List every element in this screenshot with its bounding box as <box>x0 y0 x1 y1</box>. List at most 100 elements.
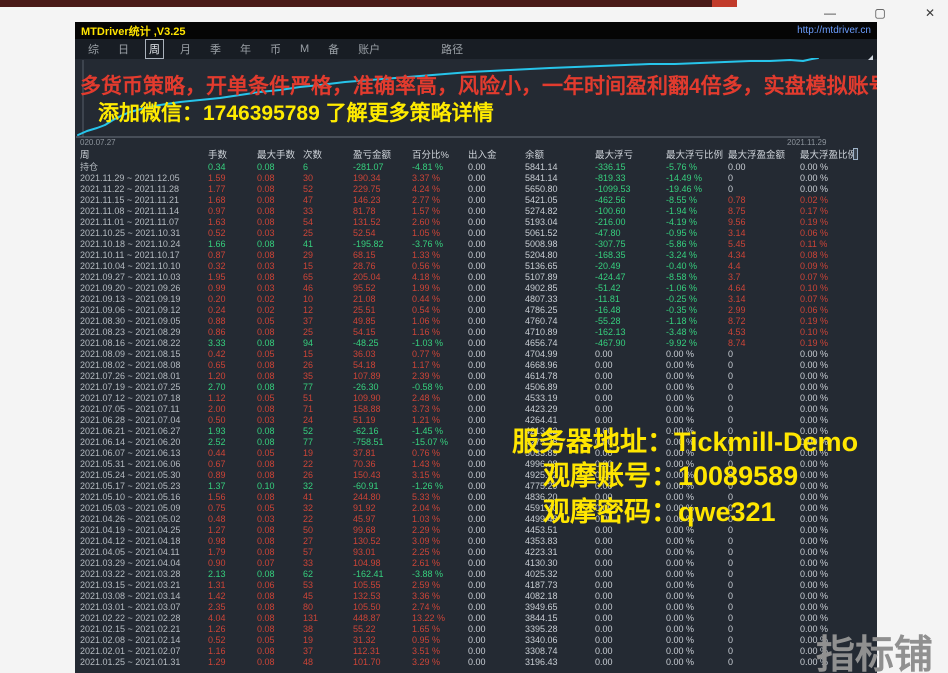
column-header: 最大浮盈比例 <box>800 150 877 162</box>
cell-value: 0.00 % <box>666 613 728 624</box>
minimize-button[interactable]: — <box>816 4 844 22</box>
table-row[interactable]: 2021.11.01 ~ 2021.11.071.630.0854131.522… <box>75 217 877 228</box>
cell-value: 5008.98 <box>525 239 595 250</box>
table-row[interactable]: 2021.08.30 ~ 2021.09.050.880.053749.851.… <box>75 316 877 327</box>
table-row[interactable]: 2021.11.15 ~ 2021.11.211.680.0847146.232… <box>75 195 877 206</box>
table-row[interactable]: 2021.07.05 ~ 2021.07.112.000.0871158.883… <box>75 404 877 415</box>
cell-value: 0.00 <box>595 646 666 657</box>
cell-value: 4.34 <box>728 250 800 261</box>
menu-item-币[interactable]: 币 <box>267 40 284 58</box>
table-row[interactable]: 2021.03.15 ~ 2021.03.211.310.0653105.552… <box>75 580 877 591</box>
menu-item-备[interactable]: 备 <box>325 40 342 58</box>
menu-item-周[interactable]: 周 <box>145 39 164 59</box>
cell-value: 0.00 <box>468 404 525 415</box>
table-row[interactable]: 2021.07.12 ~ 2021.07.181.120.0551109.902… <box>75 393 877 404</box>
menu-item-月[interactable]: 月 <box>177 40 194 58</box>
app-url-link[interactable]: http://mtdriver.cn <box>797 25 871 36</box>
cell-value: 158.88 <box>353 404 412 415</box>
cell-value: 0 <box>728 360 800 371</box>
cell-value: 33 <box>303 558 353 569</box>
table-row[interactable]: 2021.02.01 ~ 2021.02.071.160.0837112.313… <box>75 646 877 657</box>
cell-value: 0.44 % <box>412 294 468 305</box>
cell-value: 0.78 <box>728 195 800 206</box>
cell-value: 0.00 <box>468 635 525 646</box>
cell-value: 2.59 % <box>412 580 468 591</box>
menu-item-季[interactable]: 季 <box>207 40 224 58</box>
table-row[interactable]: 2021.03.29 ~ 2021.04.040.900.0733104.982… <box>75 558 877 569</box>
table-row[interactable]: 2021.02.08 ~ 2021.02.140.520.051931.320.… <box>75 635 877 646</box>
table-row[interactable]: 2021.09.13 ~ 2021.09.190.200.021021.080.… <box>75 294 877 305</box>
cell-value: 3.36 % <box>412 591 468 602</box>
table-row[interactable]: 2021.07.19 ~ 2021.07.252.700.0877-26.30-… <box>75 382 877 393</box>
cell-value: 52.54 <box>353 228 412 239</box>
table-row[interactable]: 2021.03.22 ~ 2021.03.282.130.0862-162.41… <box>75 569 877 580</box>
table-row[interactable]: 2021.11.22 ~ 2021.11.281.770.0852229.754… <box>75 184 877 195</box>
cell-value: -60.91 <box>353 481 412 492</box>
cell-period: 2021.02.22 ~ 2021.02.28 <box>80 613 208 624</box>
cell-value: 5136.65 <box>525 261 595 272</box>
menu-item-账户[interactable]: 账户 <box>355 40 383 58</box>
cell-value: 0.56 % <box>412 261 468 272</box>
table-row[interactable]: 2021.04.12 ~ 2021.04.180.980.0827130.523… <box>75 536 877 547</box>
table-row[interactable]: 2021.08.16 ~ 2021.08.223.330.0894-48.25-… <box>75 338 877 349</box>
table-row[interactable]: 2021.08.23 ~ 2021.08.290.860.082554.151.… <box>75 327 877 338</box>
cell-value: 0.00 <box>468 239 525 250</box>
cell-value: 68.15 <box>353 250 412 261</box>
cell-value: 0.08 <box>257 547 303 558</box>
table-row[interactable]: 2021.03.08 ~ 2021.03.141.420.0845132.533… <box>75 591 877 602</box>
cell-value: 32 <box>303 481 353 492</box>
menu-item-日[interactable]: 日 <box>115 40 132 58</box>
cell-value: 0.00 <box>468 525 525 536</box>
table-row[interactable]: 2021.07.26 ~ 2021.08.011.200.0835107.892… <box>75 371 877 382</box>
table-row[interactable]: 2021.08.02 ~ 2021.08.080.650.082654.181.… <box>75 360 877 371</box>
cell-value: -0.35 % <box>666 305 728 316</box>
cell-value: 0 <box>728 371 800 382</box>
close-button[interactable]: ✕ <box>916 4 944 22</box>
cell-value: 1.12 <box>208 393 257 404</box>
table-row[interactable]: 2021.11.29 ~ 2021.12.051.590.0830190.343… <box>75 173 877 184</box>
maximize-button[interactable]: ▢ <box>866 4 894 22</box>
cell-value: 0.11 % <box>800 239 877 250</box>
table-row[interactable]: 2021.09.27 ~ 2021.10.031.950.0865205.044… <box>75 272 877 283</box>
cell-value: 0 <box>728 580 800 591</box>
cell-value: 2.39 % <box>412 371 468 382</box>
cell-value: 4614.78 <box>525 371 595 382</box>
window-controls: — ▢ ✕ <box>816 4 944 22</box>
menu-item-M[interactable]: M <box>297 42 312 56</box>
table-row[interactable]: 2021.02.15 ~ 2021.02.211.260.083855.221.… <box>75 624 877 635</box>
table-row[interactable]: 2021.10.18 ~ 2021.10.241.660.0841-195.82… <box>75 239 877 250</box>
cell-value: 1.33 % <box>412 250 468 261</box>
cell-value: 32 <box>303 503 353 514</box>
table-row[interactable]: 2021.09.06 ~ 2021.09.120.240.021225.510.… <box>75 305 877 316</box>
table-row[interactable]: 2021.11.08 ~ 2021.11.140.970.083381.781.… <box>75 206 877 217</box>
table-row[interactable]: 持仓0.340.086-281.07-4.81 %0.005841.14-336… <box>75 162 877 173</box>
cell-value: 2.29 % <box>412 525 468 536</box>
menu-item-综[interactable]: 综 <box>85 40 102 58</box>
cell-value: -195.82 <box>353 239 412 250</box>
cell-value: 0.08 <box>257 327 303 338</box>
column-header: 手数 <box>208 150 257 162</box>
table-row[interactable]: 2021.03.01 ~ 2021.03.072.350.0880105.502… <box>75 602 877 613</box>
table-row[interactable]: 2021.04.05 ~ 2021.04.111.790.085793.012.… <box>75 547 877 558</box>
cell-value: 0.19 % <box>800 338 877 349</box>
table-row[interactable]: 2021.02.22 ~ 2021.02.284.040.08131448.87… <box>75 613 877 624</box>
cell-value: 150.43 <box>353 470 412 481</box>
table-row[interactable]: 2021.01.25 ~ 2021.01.311.290.0848101.703… <box>75 657 877 668</box>
cell-value: 0.03 <box>257 283 303 294</box>
cell-value: 5841.14 <box>525 162 595 173</box>
cell-value: -1.18 % <box>666 316 728 327</box>
scrollbar-thumb[interactable] <box>853 148 858 160</box>
cell-value: -162.41 <box>353 569 412 580</box>
cell-value: 0.05 <box>257 349 303 360</box>
chart-end-date: 2021.11.29 <box>787 138 826 147</box>
cell-period: 2021.02.01 ~ 2021.02.07 <box>80 646 208 657</box>
cell-value: 0.00 <box>468 657 525 668</box>
table-row[interactable]: 2021.10.11 ~ 2021.10.170.870.082968.151.… <box>75 250 877 261</box>
menu-item-path[interactable]: 路径 <box>438 40 466 58</box>
menu-item-年[interactable]: 年 <box>237 40 254 58</box>
table-row[interactable]: 2021.08.09 ~ 2021.08.150.420.051536.030.… <box>75 349 877 360</box>
table-row[interactable]: 2021.10.04 ~ 2021.10.100.320.031528.760.… <box>75 261 877 272</box>
table-row[interactable]: 2021.10.25 ~ 2021.10.310.520.032552.541.… <box>75 228 877 239</box>
table-row[interactable]: 2021.09.20 ~ 2021.09.260.990.034695.521.… <box>75 283 877 294</box>
cell-value: 5421.05 <box>525 195 595 206</box>
